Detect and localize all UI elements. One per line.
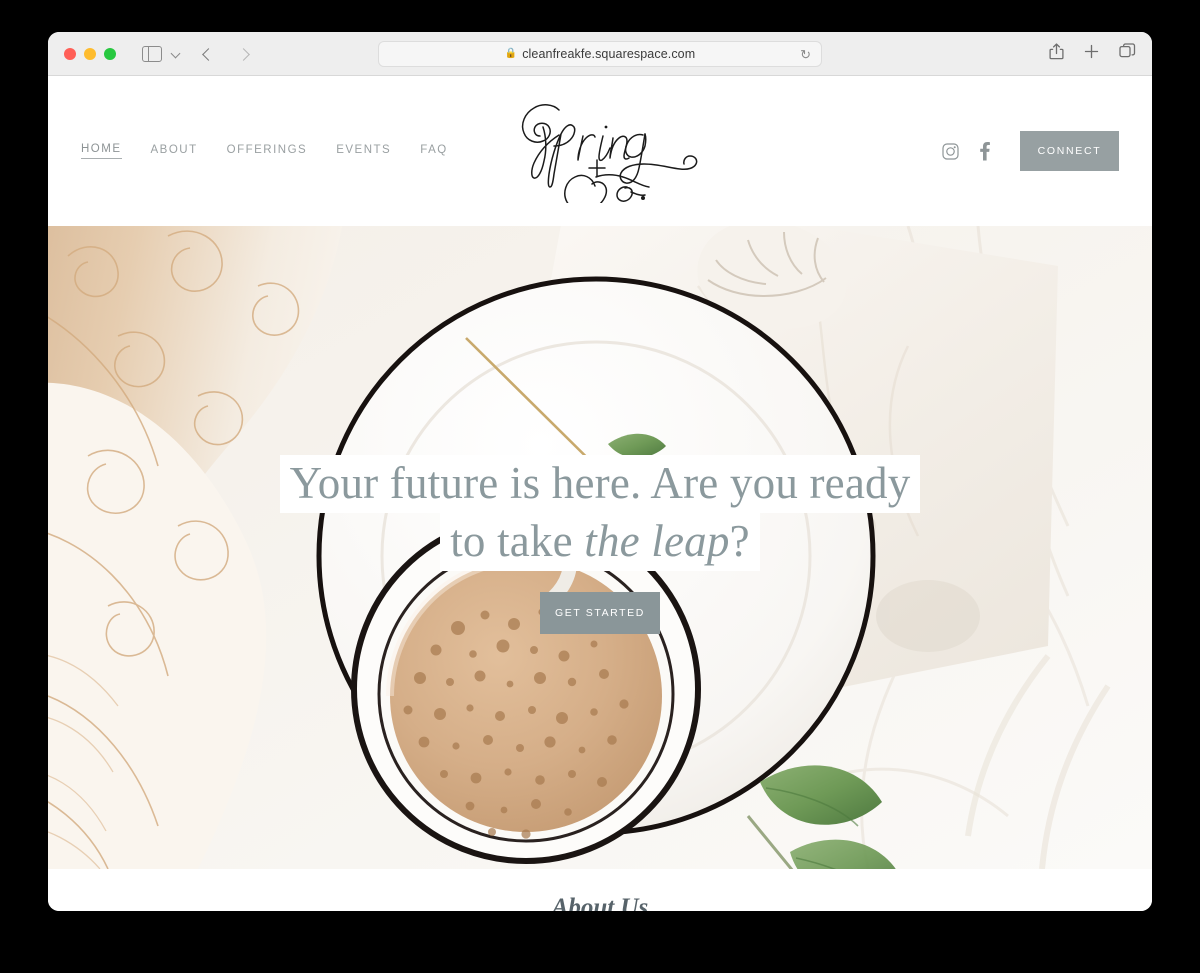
- address-bar[interactable]: 🔒 cleanfreakfe.squarespace.com ↻: [378, 41, 822, 67]
- window-controls: [64, 47, 116, 60]
- reload-icon[interactable]: ↻: [800, 48, 811, 61]
- site-header: HOME ABOUT OFFERINGS EVENTS FAQ Spring +…: [48, 76, 1152, 226]
- connect-button[interactable]: CONNECT: [1020, 131, 1119, 171]
- nav-item-home[interactable]: HOME: [81, 143, 122, 159]
- forward-arrow-icon[interactable]: [237, 47, 251, 61]
- hero-content: Your future is here. Are you ready to ta…: [48, 226, 1152, 869]
- nav-item-faq[interactable]: FAQ: [420, 144, 448, 159]
- instagram-icon[interactable]: [933, 142, 967, 160]
- share-icon[interactable]: [1049, 42, 1064, 65]
- url-text: cleanfreakfe.squarespace.com: [522, 47, 696, 61]
- nav-item-about[interactable]: ABOUT: [151, 144, 198, 159]
- nav-item-offerings[interactable]: OFFERINGS: [227, 144, 308, 159]
- hero-section: Your future is here. Are you ready to ta…: [48, 226, 1152, 869]
- lock-icon: 🔒: [504, 48, 518, 59]
- get-started-button[interactable]: GET STARTED: [540, 592, 660, 635]
- plus-icon[interactable]: [1084, 44, 1099, 64]
- maximize-button[interactable]: [104, 47, 116, 60]
- hero-headline-plain: to take: [450, 516, 585, 567]
- facebook-icon[interactable]: [967, 141, 1001, 161]
- sidebar-toggle-icon[interactable]: [142, 45, 162, 62]
- close-button[interactable]: [64, 47, 76, 60]
- browser-window: 🔒 cleanfreakfe.squarespace.com ↻ HOME AB…: [48, 32, 1152, 911]
- toolbar-left-controls: [116, 45, 251, 62]
- toolbar-right-controls: [1049, 42, 1136, 65]
- brand-logo[interactable]: Spring + Co.: [485, 88, 715, 203]
- back-arrow-icon[interactable]: [201, 47, 215, 61]
- minimize-button[interactable]: [84, 47, 96, 60]
- browser-toolbar: 🔒 cleanfreakfe.squarespace.com ↻: [48, 32, 1152, 76]
- header-actions: CONNECT: [933, 131, 1119, 171]
- primary-nav: HOME ABOUT OFFERINGS EVENTS FAQ: [81, 143, 448, 159]
- nav-item-events[interactable]: EVENTS: [336, 144, 391, 159]
- hero-headline-emphasis: the leap: [584, 516, 730, 567]
- about-heading: About Us: [551, 894, 649, 911]
- tab-overview-icon[interactable]: [1119, 43, 1136, 64]
- hero-headline-line-2: to take the leap?: [440, 513, 760, 572]
- chevron-down-icon[interactable]: [171, 49, 181, 59]
- about-section: About Us: [48, 869, 1152, 911]
- hero-headline-line-1: Your future is here. Are you ready: [279, 455, 921, 514]
- hero-headline-tail: ?: [729, 516, 750, 567]
